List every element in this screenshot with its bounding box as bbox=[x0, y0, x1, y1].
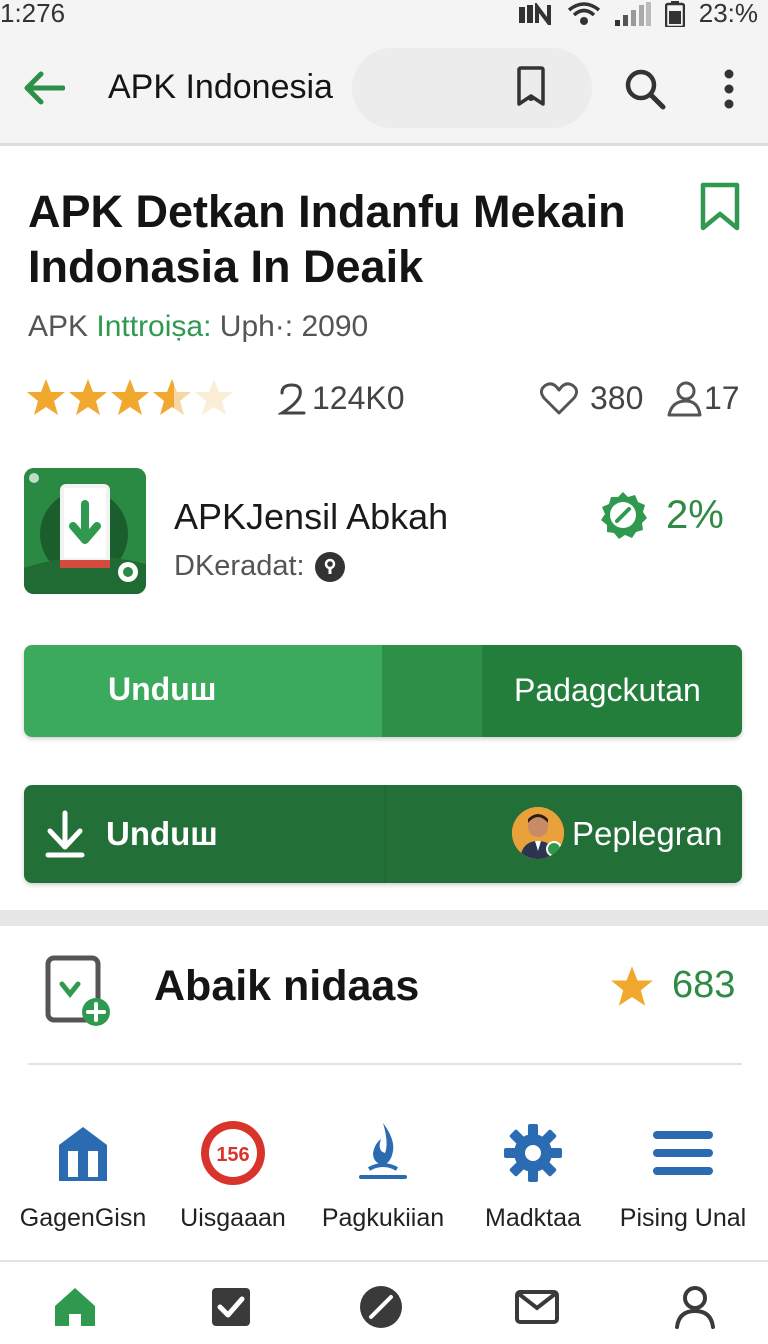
rating-row: 124K0 380 17 bbox=[26, 376, 742, 420]
category-row: GagenGisn 156 Uisgaaan Pagkukiian Madkta… bbox=[0, 1118, 768, 1238]
developer-label: DKeradat: bbox=[174, 550, 305, 582]
category-item[interactable]: GagenGisn bbox=[8, 1118, 158, 1233]
star-half-icon bbox=[153, 379, 191, 415]
checkbox-icon bbox=[212, 1288, 250, 1326]
like-count-value: 380 bbox=[590, 380, 644, 416]
svg-text:156: 156 bbox=[216, 1144, 249, 1166]
nav-tasks[interactable] bbox=[206, 1282, 256, 1332]
battery-icon bbox=[664, 0, 685, 27]
header-pill bbox=[352, 48, 592, 128]
blocked-icon bbox=[360, 1286, 402, 1328]
status-bar: 1:276 23:% bbox=[0, 0, 768, 30]
person-icon bbox=[667, 381, 702, 416]
nfc-icon bbox=[518, 2, 553, 25]
signal-icon bbox=[614, 1, 651, 26]
profile-icon bbox=[675, 1286, 715, 1329]
category-item[interactable]: Pagkukiian bbox=[308, 1118, 458, 1233]
like-count[interactable]: 380 bbox=[540, 380, 643, 417]
status-icons: 23:% bbox=[518, 0, 758, 29]
app-icon[interactable] bbox=[24, 468, 146, 594]
download-count: 124K0 bbox=[278, 380, 405, 417]
more-vert-icon bbox=[724, 69, 734, 109]
developer-avatar-icon bbox=[512, 807, 564, 859]
nav-blocked[interactable] bbox=[356, 1282, 406, 1332]
subtitle-highlight: Inttroiṣa: bbox=[96, 310, 212, 343]
building-icon bbox=[48, 1118, 118, 1188]
download-count-value: 124K0 bbox=[312, 380, 405, 416]
category-label: Madktaa bbox=[485, 1204, 581, 1232]
search-icon bbox=[625, 69, 666, 110]
star-rating bbox=[26, 378, 234, 416]
download-button[interactable]: Unduш bbox=[24, 645, 382, 737]
menu-lines-icon bbox=[648, 1118, 718, 1188]
star-full-icon bbox=[27, 379, 65, 415]
download-main-label: Unduш bbox=[106, 815, 218, 852]
category-label: Pising Unal bbox=[619, 1204, 747, 1232]
star-icon bbox=[611, 965, 653, 1006]
page-title: APK Detkan Indanfu Mekain Indonasia In D… bbox=[28, 186, 626, 292]
home-icon bbox=[55, 1288, 95, 1326]
download-icon bbox=[45, 810, 85, 858]
split-action-button: Unduш Padagckutan bbox=[24, 645, 742, 737]
nav-messages[interactable] bbox=[512, 1282, 562, 1332]
app-developer: DKeradat: bbox=[174, 550, 345, 583]
subtitle-prefix: APK bbox=[28, 310, 97, 343]
save-bookmark-button[interactable] bbox=[698, 182, 742, 232]
badge-156-icon: 156 bbox=[198, 1118, 268, 1188]
back-arrow-icon bbox=[24, 71, 65, 105]
app-logo-icon bbox=[24, 468, 146, 594]
section-rating: 683 bbox=[610, 964, 735, 1007]
nav-home[interactable] bbox=[50, 1282, 100, 1332]
compatibility-score: 2% bbox=[598, 490, 724, 540]
back-button[interactable] bbox=[20, 64, 68, 112]
heart-icon bbox=[540, 381, 578, 414]
details-button[interactable]: Padagckutan bbox=[482, 645, 742, 737]
app-bar: APK Indonesia bbox=[0, 30, 768, 146]
section-score-value: 683 bbox=[672, 964, 736, 1006]
category-label: GagenGisn bbox=[19, 1204, 147, 1232]
button-separator bbox=[384, 785, 386, 883]
section-separator bbox=[0, 910, 768, 926]
gear-icon bbox=[498, 1118, 568, 1188]
star-full-icon bbox=[69, 379, 107, 415]
download-main-button[interactable]: Unduш Peplegran bbox=[24, 785, 742, 883]
divider bbox=[28, 1063, 742, 1065]
avatar bbox=[512, 807, 564, 859]
star-empty-icon bbox=[195, 379, 233, 415]
bookmark-outline-icon bbox=[700, 182, 740, 231]
user-count-value: 17 bbox=[704, 380, 740, 416]
bottom-navigation bbox=[0, 1260, 768, 1344]
search-button[interactable] bbox=[620, 64, 670, 114]
category-label: Pagkukiian bbox=[321, 1204, 445, 1232]
more-options-button[interactable] bbox=[712, 64, 746, 114]
status-time: 1:276 bbox=[0, 0, 66, 28]
download-right-label: Peplegran bbox=[572, 815, 723, 852]
category-item[interactable]: Pising Unal bbox=[608, 1118, 758, 1233]
app-name: APKJensil Abkah bbox=[174, 496, 449, 537]
nav-profile[interactable] bbox=[670, 1282, 720, 1332]
flame-icon bbox=[348, 1118, 418, 1188]
badge-check-icon bbox=[601, 492, 647, 539]
app-title: APK Indonesia bbox=[108, 68, 333, 106]
percent-value: 2% bbox=[666, 492, 724, 537]
user-count: 17 bbox=[666, 380, 740, 417]
category-label: Uisgaaan bbox=[180, 1204, 286, 1232]
battery-percent: 23:% bbox=[698, 0, 758, 28]
phone-add-icon bbox=[44, 954, 114, 1028]
wifi-icon bbox=[567, 1, 601, 26]
subtitle-suffix: Uph·: 2090 bbox=[211, 310, 369, 343]
category-item[interactable]: Madktaa bbox=[458, 1118, 608, 1233]
download-count-icon bbox=[278, 382, 306, 414]
split-divider bbox=[382, 645, 482, 737]
star-full-icon bbox=[111, 379, 149, 415]
section-title: Abaik nidaas bbox=[154, 962, 420, 1010]
bookmark-button[interactable] bbox=[508, 64, 554, 110]
category-item[interactable]: 156 Uisgaaan bbox=[158, 1118, 308, 1233]
mail-icon bbox=[515, 1290, 559, 1324]
info-icon[interactable] bbox=[314, 551, 345, 582]
bookmark-icon bbox=[517, 66, 545, 106]
download-button-label: Unduш bbox=[108, 671, 217, 707]
details-button-label: Padagckutan bbox=[514, 672, 701, 708]
app-subtitle: APK Inttroiṣa: Uph·: 2090 bbox=[28, 310, 368, 344]
